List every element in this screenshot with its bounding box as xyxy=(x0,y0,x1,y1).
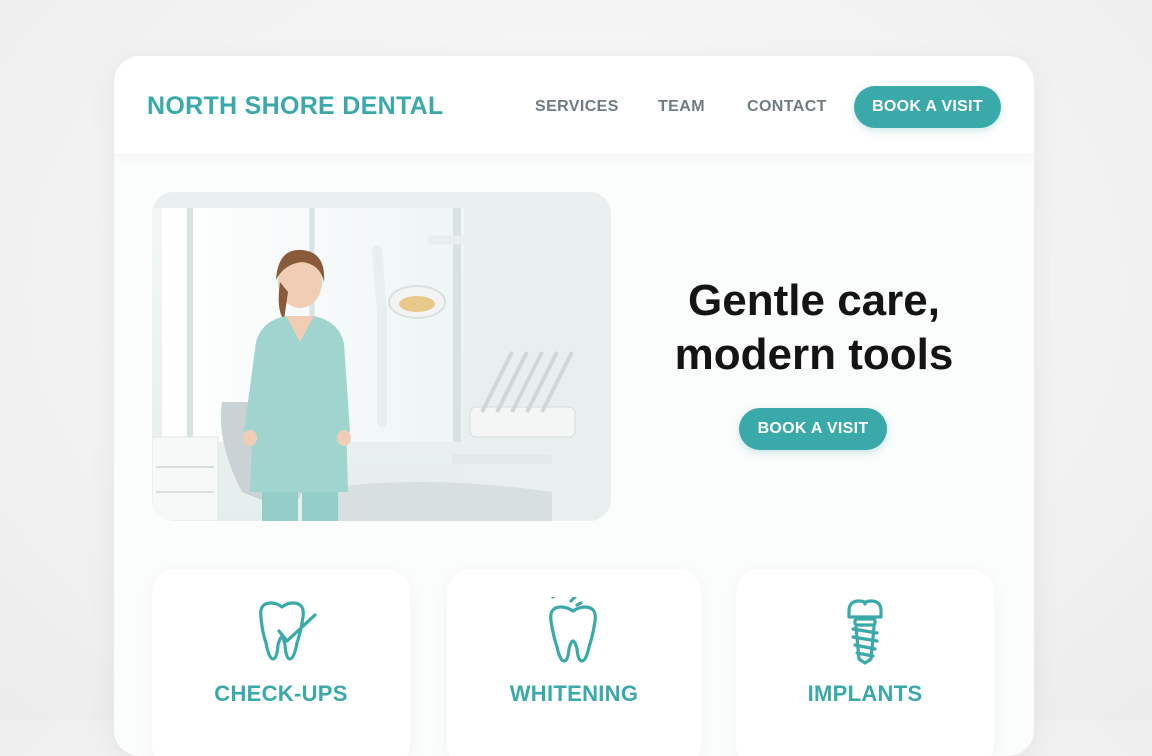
nav-link-team[interactable]: TEAM xyxy=(658,98,705,116)
service-card-whitening[interactable]: WHITENING xyxy=(447,569,701,756)
site-card: NORTH SHORE DENTAL SERVICES TEAM CONTACT… xyxy=(114,56,1034,756)
tooth-check-icon xyxy=(259,601,317,661)
hero-headline-line2: modern tools xyxy=(674,330,954,379)
dentist-photo xyxy=(152,192,611,521)
hero-image xyxy=(152,192,611,521)
service-label-implants: IMPLANTS xyxy=(807,681,923,706)
nav-link-contact[interactable]: CONTACT xyxy=(747,98,827,116)
nav-link-services[interactable]: SERVICES xyxy=(535,98,619,116)
header-book-button[interactable]: BOOK A VISIT xyxy=(854,86,1001,128)
dental-implant-icon xyxy=(847,599,883,665)
service-label-checkups: CHECK-UPS xyxy=(214,681,348,706)
service-card-implants[interactable]: IMPLANTS xyxy=(736,569,994,756)
hero-headline-line1: Gentle care, xyxy=(688,276,940,325)
brand-logo[interactable]: NORTH SHORE DENTAL xyxy=(147,92,444,121)
hero-book-button[interactable]: BOOK A VISIT xyxy=(739,408,887,450)
tooth-sparkle-icon xyxy=(549,597,597,663)
hero-headline: Gentle care, modern tools xyxy=(624,274,1004,382)
service-label-whitening: WHITENING xyxy=(509,681,639,706)
service-card-checkups[interactable]: CHECK-UPS xyxy=(152,569,410,756)
site-header: NORTH SHORE DENTAL SERVICES TEAM CONTACT… xyxy=(114,56,1034,154)
